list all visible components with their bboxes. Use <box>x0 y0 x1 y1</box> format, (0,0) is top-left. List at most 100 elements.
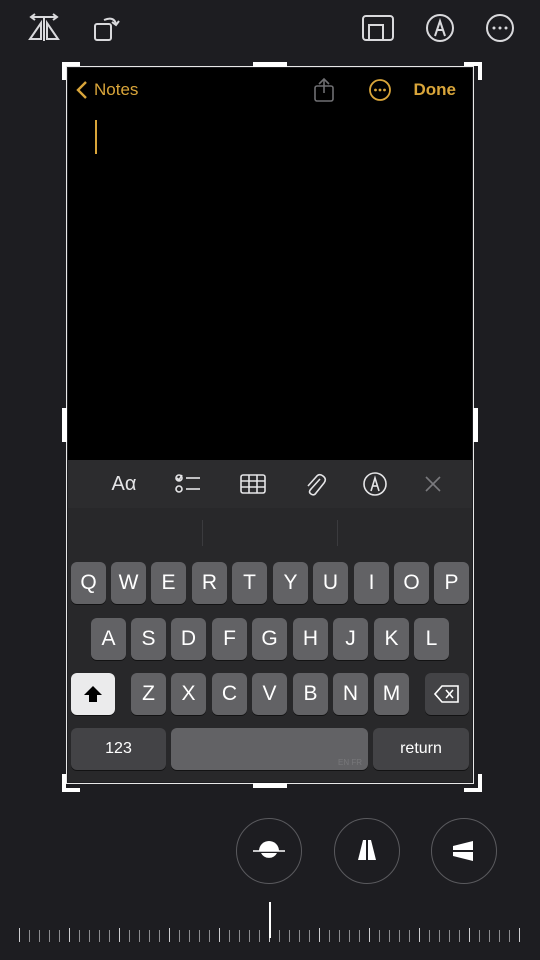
markup-button[interactable] <box>422 10 458 46</box>
ruler-tick <box>339 930 340 942</box>
rotate-icon <box>94 17 120 41</box>
ruler-tick <box>439 930 440 942</box>
ruler-tick <box>229 930 230 942</box>
key-b[interactable]: B <box>293 673 328 715</box>
ruler-tick <box>179 930 180 942</box>
key-v[interactable]: V <box>252 673 287 715</box>
share-icon[interactable] <box>312 77 336 103</box>
ruler-tick <box>59 930 60 942</box>
crop-handle-right[interactable] <box>473 408 478 442</box>
key-h[interactable]: H <box>293 618 328 660</box>
chevron-left-icon <box>76 81 87 99</box>
key-e[interactable]: E <box>151 562 186 604</box>
ruler-tick <box>299 930 300 942</box>
flip-icon <box>28 13 60 41</box>
markup-pen-button[interactable] <box>355 460 395 508</box>
ruler-tick <box>429 930 430 942</box>
straighten-icon <box>253 841 285 858</box>
key-u[interactable]: U <box>313 562 348 604</box>
ruler-tick <box>159 930 160 942</box>
ruler-tick <box>519 928 520 942</box>
ruler-tick <box>419 928 420 942</box>
note-more-icon[interactable] <box>368 78 392 102</box>
key-t[interactable]: T <box>232 562 267 604</box>
key-w[interactable]: W <box>111 562 146 604</box>
ruler-tick <box>139 930 140 942</box>
adjustment-ruler[interactable] <box>16 902 526 948</box>
shift-icon <box>84 686 102 702</box>
key-c[interactable]: C <box>212 673 247 715</box>
key-o[interactable]: O <box>394 562 429 604</box>
aspect-ratio-button[interactable] <box>360 10 396 46</box>
key-x[interactable]: X <box>171 673 206 715</box>
return-key[interactable]: return <box>373 728 469 770</box>
key-l[interactable]: L <box>414 618 449 660</box>
ruler-tick <box>379 930 380 942</box>
ruler-tick <box>129 930 130 942</box>
ruler-tick <box>399 930 400 942</box>
horizontal-perspective-button[interactable] <box>431 818 497 884</box>
ruler-tick <box>259 930 260 942</box>
checklist-button[interactable] <box>168 460 208 508</box>
ruler-tick <box>409 930 410 942</box>
key-p[interactable]: P <box>434 562 469 604</box>
ruler-tick <box>509 930 510 942</box>
ruler-tick <box>239 930 240 942</box>
ruler-tick <box>309 930 310 942</box>
key-s[interactable]: S <box>131 618 166 660</box>
notes-back-button[interactable]: Notes <box>76 78 138 102</box>
key-d[interactable]: D <box>171 618 206 660</box>
suggestion-divider <box>337 520 338 546</box>
crop-handle-top[interactable] <box>253 62 287 67</box>
close-toolbar-button[interactable] <box>413 460 453 508</box>
ruler-tick <box>369 928 370 942</box>
ruler-tick <box>189 930 190 942</box>
space-key[interactable]: EN FR <box>171 728 368 770</box>
horizontal-perspective-icon <box>448 841 480 861</box>
pen-markup-icon <box>363 472 387 496</box>
ruler-tick <box>359 930 360 942</box>
ruler-tick <box>199 930 200 942</box>
screenshot-preview: Notes Done Aα Q W E R T Y U I O P A S D … <box>68 68 472 782</box>
key-i[interactable]: I <box>354 562 389 604</box>
table-button[interactable] <box>233 460 273 508</box>
vertical-perspective-button[interactable] <box>334 818 400 884</box>
ruler-tick <box>209 930 210 942</box>
ruler-tick <box>489 930 490 942</box>
flip-horizontal-button[interactable] <box>26 10 62 46</box>
ruler-tick <box>29 930 30 942</box>
key-n[interactable]: N <box>333 673 368 715</box>
ruler-tick <box>469 928 470 942</box>
key-f[interactable]: F <box>212 618 247 660</box>
numbers-key[interactable]: 123 <box>71 728 166 770</box>
language-hint: EN FR <box>338 758 362 767</box>
attachment-button[interactable] <box>295 460 335 508</box>
key-j[interactable]: J <box>333 618 368 660</box>
text-style-button[interactable]: Aα <box>104 460 144 508</box>
notes-back-label: Notes <box>94 80 139 99</box>
ruler-tick <box>149 930 150 942</box>
key-g[interactable]: G <box>252 618 287 660</box>
aspect-ratio-icon <box>362 15 394 41</box>
straighten-button[interactable] <box>236 818 302 884</box>
close-icon <box>425 476 441 492</box>
key-r[interactable]: R <box>192 562 227 604</box>
ruler-tick <box>479 930 480 942</box>
key-k[interactable]: K <box>374 618 409 660</box>
ruler-tick <box>119 928 120 942</box>
key-q[interactable]: Q <box>71 562 106 604</box>
crop-handle-left[interactable] <box>62 408 67 442</box>
more-options-button[interactable] <box>482 10 518 46</box>
key-a[interactable]: A <box>91 618 126 660</box>
done-button[interactable]: Done <box>414 80 457 100</box>
rotate-button[interactable] <box>88 10 124 46</box>
shift-key[interactable] <box>71 673 115 715</box>
key-y[interactable]: Y <box>273 562 308 604</box>
crop-handle-bottom[interactable] <box>253 783 287 788</box>
key-m[interactable]: M <box>374 673 409 715</box>
delete-key[interactable] <box>425 673 469 715</box>
backspace-icon <box>434 685 459 703</box>
ruler-tick <box>459 930 460 942</box>
key-z[interactable]: Z <box>131 673 166 715</box>
markup-icon <box>426 14 454 42</box>
